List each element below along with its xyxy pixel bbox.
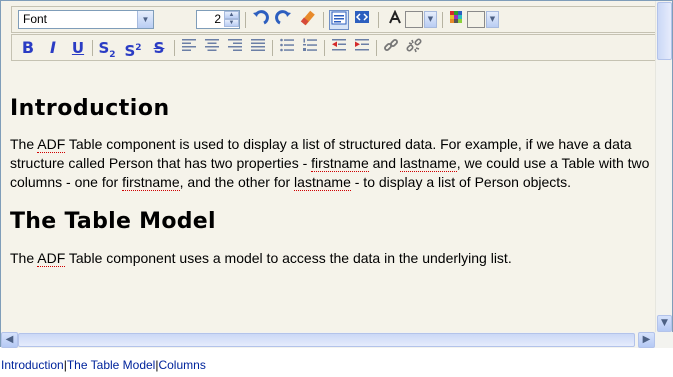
scroll-down-icon[interactable]: ▼ — [657, 315, 672, 332]
breadcrumb-columns[interactable]: Columns — [158, 358, 205, 372]
strikethrough-button[interactable]: S — [149, 38, 169, 58]
align-right-icon[interactable] — [225, 38, 245, 58]
superscript-label: S — [124, 42, 136, 60]
vertical-scrollbar[interactable]: ▼ — [655, 1, 672, 332]
toolbar-divider — [378, 12, 379, 28]
underline-button[interactable]: U — [68, 38, 88, 58]
heading-table-model: The Table Model — [10, 209, 216, 234]
chevron-down-icon[interactable]: ▼ — [137, 11, 153, 28]
scroll-left-icon[interactable]: ◀ — [1, 332, 18, 348]
toolbar-divider — [323, 12, 324, 28]
toolbar-divider — [92, 40, 93, 56]
paragraph-table-model: The ADF Table component uses a model to … — [10, 249, 652, 268]
text-run: The — [10, 136, 38, 152]
toolbar-row-2: B I U S2 S2 S — [11, 34, 659, 61]
bulleted-list-icon[interactable] — [277, 38, 297, 58]
heading-introduction: Introduction — [10, 96, 170, 121]
bold-button[interactable]: B — [18, 38, 38, 58]
outdent-icon[interactable] — [329, 38, 349, 58]
misspelled-word: ADF — [37, 250, 66, 267]
text-run: , and the other for — [179, 174, 295, 190]
misspelled-word: firstname — [122, 174, 180, 191]
italic-button[interactable]: I — [43, 38, 63, 58]
toolbar-divider — [376, 40, 377, 56]
vertical-scroll-thumb[interactable] — [657, 2, 672, 60]
misspelled-word: lastname — [294, 174, 351, 191]
font-select[interactable]: Font ▼ — [18, 10, 154, 29]
text-run: The — [10, 250, 38, 266]
scrollbar-corner — [657, 332, 673, 348]
toolbar-divider — [272, 40, 273, 56]
align-left-icon[interactable] — [179, 38, 199, 58]
spin-up-icon[interactable]: ▲ — [224, 11, 239, 19]
toolbar-divider — [245, 12, 246, 28]
unlink-icon[interactable] — [404, 38, 424, 58]
toolbar-row-1: Font ▼ 2 ▲ ▼ ▼ ▼ — [11, 6, 659, 33]
superscript-index: 2 — [135, 43, 142, 53]
text-run: and — [368, 155, 400, 171]
clear-format-icon[interactable] — [297, 10, 317, 30]
toolbar-divider — [174, 40, 175, 56]
font-size-value: 2 — [214, 12, 221, 26]
redo-icon[interactable] — [274, 10, 294, 30]
font-size-spinner[interactable]: 2 ▲ ▼ — [196, 10, 240, 29]
chevron-down-icon[interactable]: ▼ — [486, 11, 499, 28]
horizontal-scrollbar[interactable]: ◀ ▶ — [1, 332, 657, 348]
toolbar-divider — [324, 40, 325, 56]
background-color-icon[interactable] — [446, 10, 466, 30]
background-color-swatch[interactable] — [467, 11, 485, 28]
undo-icon[interactable] — [250, 10, 270, 30]
justify-icon[interactable] — [248, 38, 268, 58]
link-icon[interactable] — [381, 38, 401, 58]
paragraph-introduction: The ADF Table component is used to displ… — [10, 135, 652, 192]
numbered-list-icon[interactable] — [300, 38, 320, 58]
source-mode-icon[interactable] — [352, 10, 372, 30]
font-select-value: Font — [23, 12, 48, 26]
rich-text-mode-icon[interactable] — [329, 10, 349, 30]
text-run: Table component uses a model to access t… — [65, 250, 512, 266]
toolbar-divider — [442, 12, 443, 28]
misspelled-word: ADF — [37, 136, 66, 153]
editor-content[interactable]: Introduction The ADF Table component is … — [2, 64, 656, 332]
breadcrumb: Introduction|The Table Model|Columns — [1, 358, 206, 372]
align-center-icon[interactable] — [202, 38, 222, 58]
superscript-button[interactable]: S2 — [123, 38, 143, 60]
misspelled-word: lastname — [399, 155, 457, 172]
subscript-button[interactable]: S2 — [97, 38, 117, 60]
text-run: - to display a list of Person objects. — [350, 174, 572, 190]
indent-icon[interactable] — [352, 38, 372, 58]
chevron-down-icon[interactable]: ▼ — [424, 11, 437, 28]
rich-text-editor[interactable]: Font ▼ 2 ▲ ▼ ▼ ▼ B I U S2 S2 S Introduct… — [0, 0, 673, 348]
misspelled-word: firstname — [311, 155, 369, 172]
subscript-index: 2 — [109, 50, 116, 60]
breadcrumb-introduction[interactable]: Introduction — [1, 358, 64, 372]
scroll-right-icon[interactable]: ▶ — [638, 332, 655, 348]
horizontal-scroll-thumb[interactable] — [18, 333, 635, 347]
subscript-label: S — [98, 39, 110, 57]
font-color-swatch[interactable] — [405, 11, 423, 28]
spin-down-icon[interactable]: ▼ — [224, 19, 239, 27]
font-color-icon[interactable] — [385, 9, 405, 30]
breadcrumb-table-model[interactable]: The Table Model — [67, 358, 156, 372]
